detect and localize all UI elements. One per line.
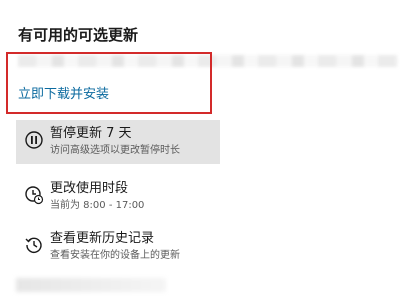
active-hours-title: 更改使用时段 <box>50 181 129 196</box>
pause-icon <box>25 131 43 149</box>
pause-updates-option[interactable]: 暂停更新 7 天 访问高级选项以更改暂停时长 <box>16 120 220 164</box>
clock-icon <box>25 186 44 205</box>
blurred-next-option <box>16 278 166 292</box>
optional-updates-title: 有可用的可选更新 <box>18 26 139 44</box>
download-install-link[interactable]: 立即下载并安装 <box>18 83 109 102</box>
pause-updates-subtitle: 访问高级选项以更改暂停时长 <box>50 145 180 156</box>
change-active-hours-option[interactable]: 更改使用时段 当前为 8:00 - 17:00 <box>16 175 220 219</box>
update-history-title: 查看更新历史记录 <box>50 231 155 246</box>
update-history-subtitle: 查看安装在你的设备上的更新 <box>50 250 180 261</box>
pause-updates-title: 暂停更新 7 天 <box>50 126 132 141</box>
history-icon <box>25 237 42 254</box>
update-history-option[interactable]: 查看更新历史记录 查看安装在你的设备上的更新 <box>16 225 220 269</box>
active-hours-subtitle: 当前为 8:00 - 17:00 <box>50 200 145 211</box>
